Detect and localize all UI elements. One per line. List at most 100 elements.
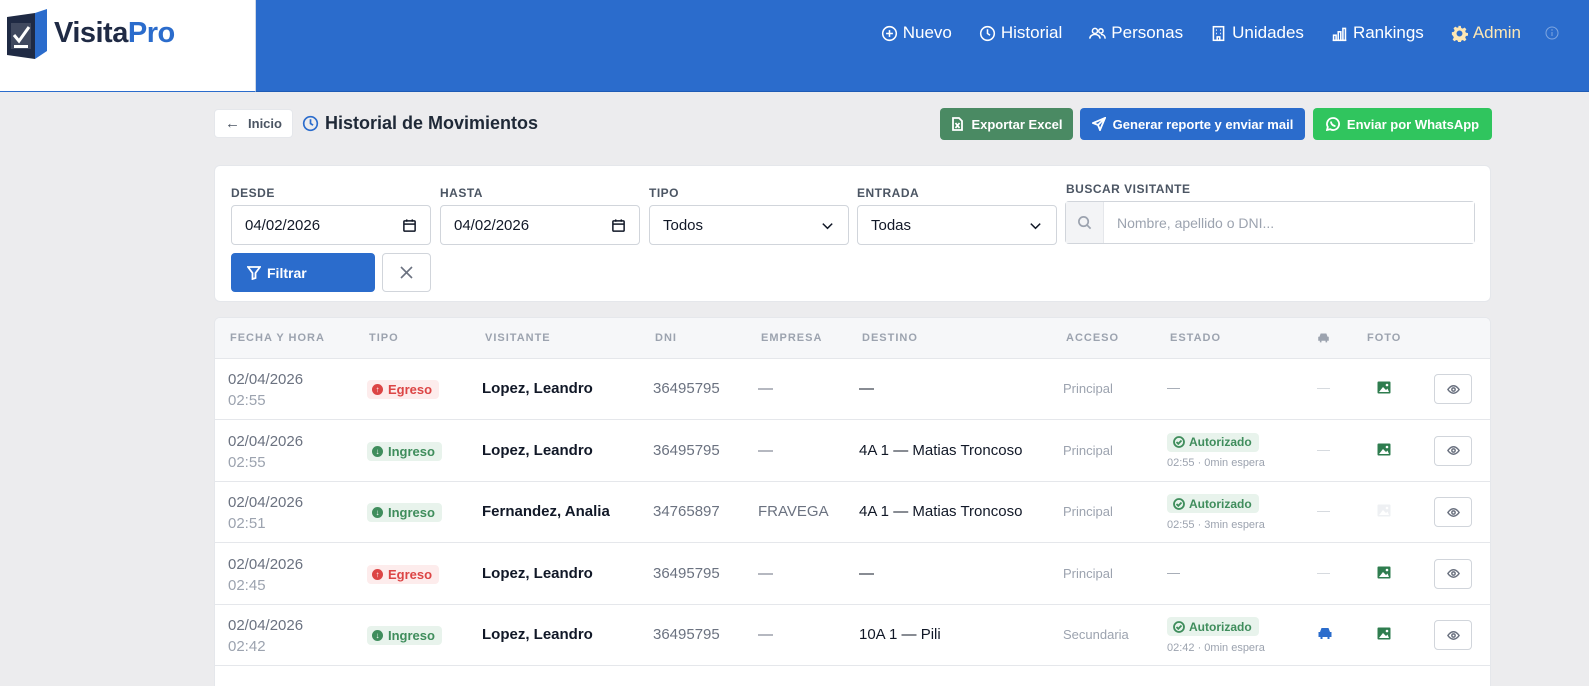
nav-nuevo-label: Nuevo bbox=[902, 23, 952, 42]
image-icon[interactable] bbox=[1377, 381, 1391, 394]
photo-cell[interactable] bbox=[1377, 627, 1391, 645]
visitor-name[interactable]: Lopez, Leandro bbox=[482, 380, 593, 397]
status-label: Autorizado bbox=[1189, 435, 1252, 449]
whatsapp-button[interactable]: Enviar por WhatsApp bbox=[1313, 108, 1492, 140]
arrow-down-circle-icon: ↓ bbox=[372, 507, 383, 518]
search-input[interactable] bbox=[1104, 202, 1474, 243]
view-details-button[interactable] bbox=[1434, 558, 1472, 589]
nav-unidades[interactable]: Unidades bbox=[1210, 23, 1304, 43]
type-badge: ↓ Ingreso bbox=[367, 503, 442, 522]
col-destino[interactable]: DESTINO bbox=[862, 332, 918, 344]
dni-value: 36495795 bbox=[653, 564, 720, 582]
table-row[interactable]: 02/04/2026 02:55 ↓ Ingreso Lopez, Leandro 364… bbox=[215, 421, 1490, 482]
table-row[interactable]: 02/04/2026 02:42 ↓ Ingreso Lopez, Leandro 364… bbox=[215, 605, 1490, 666]
nav-rankings[interactable]: Rankings bbox=[1331, 23, 1424, 43]
status-value: — bbox=[1167, 564, 1180, 580]
visitor-name[interactable]: Lopez, Leandro bbox=[482, 565, 593, 582]
nav-historial[interactable]: Historial bbox=[979, 23, 1062, 43]
buscar-label: BUSCAR VISITANTE bbox=[1066, 182, 1191, 196]
nav-admin[interactable]: Admin bbox=[1451, 23, 1521, 43]
date-text: 02/04/2026 bbox=[228, 432, 304, 450]
type-badge: ↓ Ingreso bbox=[367, 441, 442, 461]
image-icon[interactable] bbox=[1377, 504, 1391, 517]
col-tipo[interactable]: TIPO bbox=[369, 332, 399, 344]
table-header: FECHA Y HORA TIPO VISITANTE DNI EMPRESA … bbox=[215, 318, 1490, 359]
col-fecha[interactable]: FECHA Y HORA bbox=[230, 332, 325, 344]
table-row[interactable]: 02/04/2026 02:51 ↓ Ingreso Fernandez, Analia… bbox=[215, 482, 1490, 543]
building-icon bbox=[1212, 25, 1225, 41]
calendar-icon[interactable] bbox=[402, 218, 417, 233]
view-details-button[interactable] bbox=[1434, 435, 1472, 466]
view-details-button[interactable] bbox=[1434, 497, 1472, 527]
export-excel-button[interactable]: Exportar Excel bbox=[940, 108, 1073, 140]
col-empresa[interactable]: EMPRESA bbox=[761, 332, 822, 344]
status-detail: 02:42 · 0min espera bbox=[1167, 641, 1265, 654]
photo-cell[interactable] bbox=[1377, 566, 1391, 584]
destination-value: — bbox=[859, 564, 874, 582]
photo-cell[interactable] bbox=[1377, 443, 1391, 461]
bar-chart-icon bbox=[1332, 27, 1347, 41]
export-excel-label: Exportar Excel bbox=[971, 116, 1063, 132]
photo-cell[interactable] bbox=[1377, 504, 1391, 522]
hasta-date-input[interactable]: 04/02/2026 bbox=[440, 205, 640, 245]
desde-value: 04/02/2026 bbox=[245, 216, 321, 234]
desde-date-input[interactable]: 04/02/2026 bbox=[231, 205, 431, 245]
image-icon[interactable] bbox=[1377, 627, 1391, 640]
hasta-value: 04/02/2026 bbox=[454, 216, 530, 234]
send-report-button[interactable]: Generar reporte y enviar mail bbox=[1080, 108, 1305, 140]
whatsapp-label: Enviar por WhatsApp bbox=[1346, 116, 1480, 132]
status-badge: Autorizado bbox=[1167, 494, 1259, 513]
eye-icon bbox=[1446, 384, 1460, 394]
col-acceso[interactable]: ACCESO bbox=[1066, 332, 1119, 344]
tipo-select[interactable]: Todos bbox=[649, 205, 849, 245]
vehicle-value: — bbox=[1317, 380, 1330, 395]
access-value: Secundaria bbox=[1063, 627, 1129, 642]
send-icon bbox=[1091, 117, 1106, 131]
visitor-name[interactable]: Fernandez, Analia bbox=[482, 503, 610, 520]
whatsapp-icon bbox=[1325, 117, 1340, 131]
col-estado[interactable]: ESTADO bbox=[1170, 332, 1221, 344]
table-row[interactable]: 02/04/2026 02:55 ↑ Egreso Lopez, Leandro 3649… bbox=[215, 359, 1490, 420]
entrada-select[interactable]: Todas bbox=[857, 205, 1057, 245]
view-details-button[interactable] bbox=[1434, 374, 1472, 404]
access-value: Principal bbox=[1063, 381, 1113, 396]
plus-circle-icon bbox=[881, 25, 897, 41]
date-time-cell: 02/04/2026 02:51 bbox=[228, 492, 303, 534]
photo-cell[interactable] bbox=[1377, 381, 1391, 399]
visitor-name[interactable]: Lopez, Leandro bbox=[482, 626, 593, 643]
calendar-icon[interactable] bbox=[611, 218, 626, 233]
info-icon[interactable] bbox=[1545, 26, 1559, 40]
col-dni[interactable]: DNI bbox=[655, 332, 677, 344]
dni-value: 36495795 bbox=[653, 380, 720, 397]
col-visitante[interactable]: VISITANTE bbox=[485, 332, 551, 344]
type-badge-label: Egreso bbox=[388, 382, 433, 397]
vehicle-icon-cell bbox=[1317, 626, 1333, 643]
clear-filters-button[interactable] bbox=[382, 253, 431, 292]
date-time-cell: 02/04/2026 02:55 bbox=[228, 369, 303, 411]
company-value: FRAVEGA bbox=[758, 503, 829, 520]
nav-unidades-label: Unidades bbox=[1232, 23, 1304, 42]
eye-icon bbox=[1446, 630, 1460, 640]
visitor-name[interactable]: Lopez, Leandro bbox=[482, 442, 593, 459]
close-icon bbox=[400, 266, 413, 279]
table-row[interactable]: 02/04/2026 02:45 ↑ Egreso Lopez, Leandro 3649… bbox=[215, 544, 1490, 605]
eye-icon bbox=[1446, 507, 1460, 517]
access-value: Principal bbox=[1063, 565, 1113, 581]
nav-nuevo[interactable]: Nuevo bbox=[881, 23, 952, 43]
date-time-cell: 02/04/2026 02:55 bbox=[228, 431, 303, 473]
company-value: — bbox=[758, 564, 773, 582]
nav-personas[interactable]: Personas bbox=[1089, 23, 1183, 43]
users-icon bbox=[1089, 27, 1107, 39]
destination-value: 10A 1 — Pili bbox=[859, 626, 941, 643]
desde-label: DESDE bbox=[231, 186, 275, 200]
hasta-label: HASTA bbox=[440, 186, 483, 200]
image-icon[interactable] bbox=[1377, 443, 1391, 456]
logo[interactable]: VisitaPro bbox=[0, 0, 256, 92]
filter-button[interactable]: Filtrar bbox=[231, 253, 375, 292]
back-home-button[interactable]: ← Inicio bbox=[214, 109, 293, 138]
view-details-button[interactable] bbox=[1434, 620, 1472, 650]
image-icon[interactable] bbox=[1377, 566, 1391, 579]
col-foto[interactable]: FOTO bbox=[1367, 332, 1401, 344]
check-circle-icon bbox=[1173, 497, 1185, 510]
status-cell: Autorizado 02:42 · 0min espera bbox=[1167, 617, 1265, 654]
